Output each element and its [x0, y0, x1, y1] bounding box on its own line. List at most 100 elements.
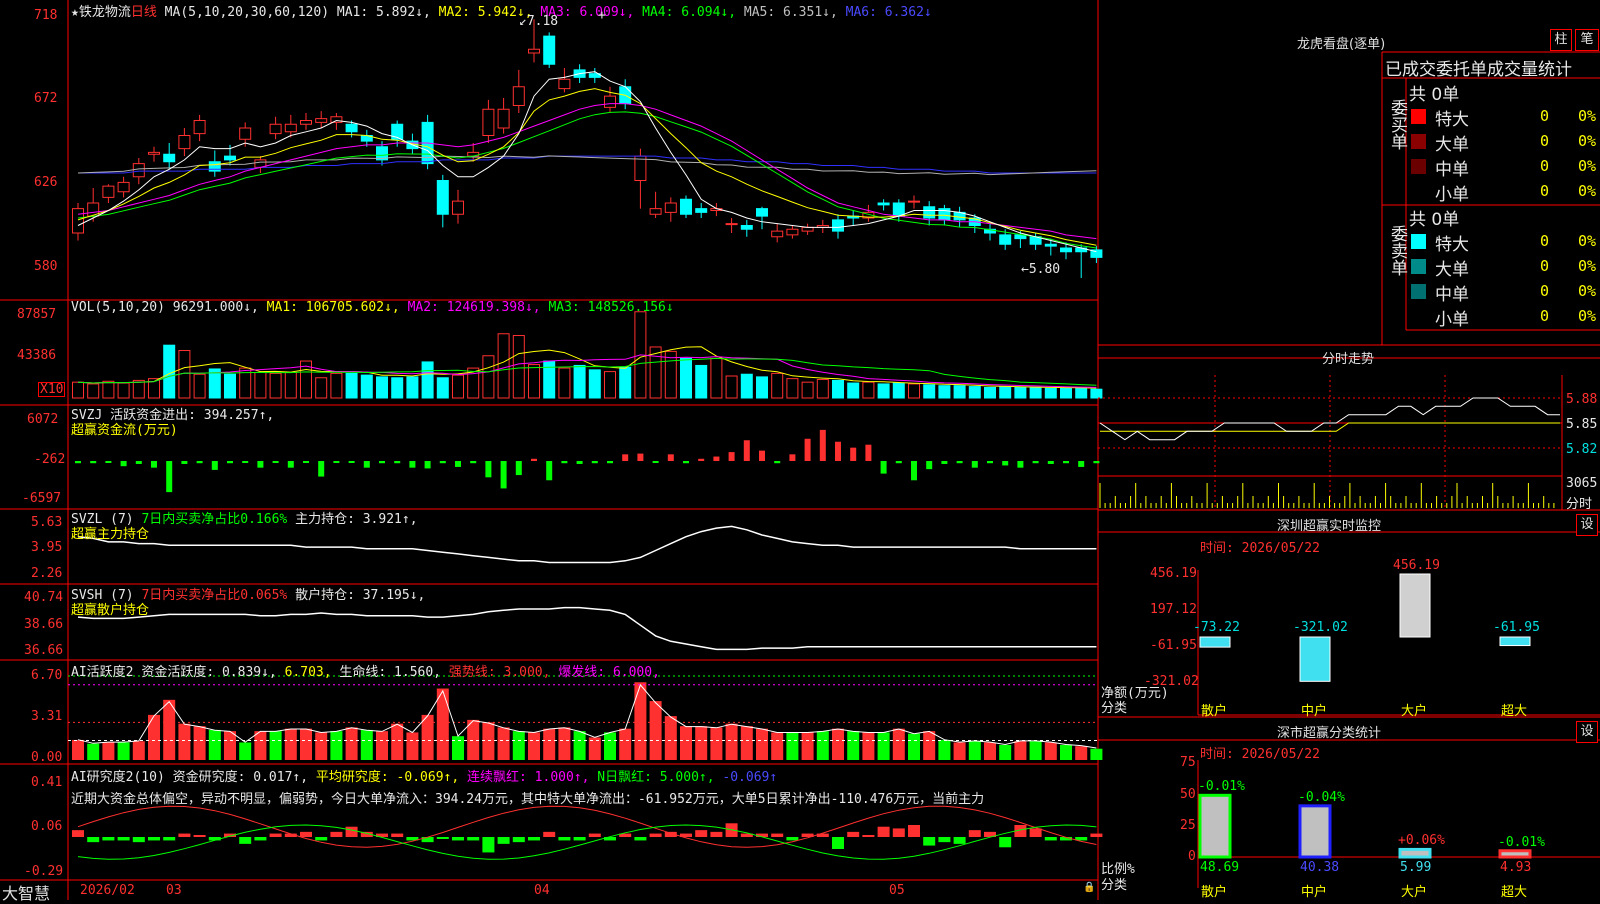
stats-settings-button[interactable]: 设: [1576, 721, 1598, 743]
ai2-tick-3: -0.29: [24, 864, 64, 879]
svzj-bar: [774, 461, 781, 464]
candle-body: [695, 208, 708, 213]
candle-body: [786, 228, 799, 236]
ai1-bar: [847, 731, 860, 760]
svzj-tick-3: -6597: [22, 491, 62, 506]
candle-body: [117, 181, 130, 193]
ai2-bar: [330, 831, 343, 837]
ai2-bar: [497, 837, 510, 844]
volume-bar: [224, 373, 236, 399]
stats-value-label: 48.69: [1200, 860, 1240, 875]
svzj-bar: [1032, 461, 1039, 464]
ai2-bar: [132, 837, 145, 843]
svzj-bar: [1078, 461, 1085, 467]
candle-body: [497, 108, 510, 129]
ai2-nday-red: N日飘红: 5.000↑,: [597, 770, 715, 785]
ai2-bar: [968, 830, 981, 837]
sell-row-pct: 0%: [1578, 257, 1597, 275]
tick-view-button[interactable]: 笔: [1575, 29, 1599, 51]
svzj-bar: [667, 454, 674, 461]
period-label[interactable]: 日线: [131, 5, 157, 20]
volume-bar: [984, 386, 996, 399]
lhkp-tab-label[interactable]: 已成交委托单成交量统计: [1385, 55, 1598, 80]
volume-bar: [102, 380, 115, 399]
stats-bar: [1198, 793, 1232, 859]
svzj-bar: [759, 450, 765, 461]
ai1-bar: [756, 728, 768, 760]
price-low-annotation: ←5.80: [1021, 262, 1061, 277]
svsh-subtitle: 超赢散户持仓: [71, 603, 150, 618]
date-label-2026-02: 2026/02: [80, 883, 135, 898]
ai1-bar: [1075, 746, 1088, 760]
svzj-bar: [455, 461, 461, 467]
ai2-bar: [391, 833, 404, 837]
monitor-category-label: 散户: [1201, 704, 1228, 719]
ai1-bar: [953, 742, 966, 760]
svzj-bar: [90, 461, 97, 464]
candle-body: [148, 151, 160, 155]
candle-body: [132, 163, 145, 178]
stats-value-label: 5.99: [1400, 860, 1432, 875]
candle-body: [832, 219, 844, 232]
svzj-bar: [272, 461, 279, 463]
volume-bar: [132, 379, 145, 399]
buy-row-pct: 0%: [1578, 157, 1597, 175]
lhkp-title: 龙虎看盘(逐单): [1297, 37, 1386, 52]
stock-name: ★铁龙物流: [71, 5, 131, 20]
column-view-button[interactable]: 柱: [1550, 29, 1572, 51]
ai2-bar: [923, 837, 936, 846]
svzj-bar: [713, 456, 720, 461]
price-tick-626: 626: [34, 175, 58, 190]
candle-body: [1060, 247, 1072, 253]
ai1-bar: [573, 731, 586, 760]
sell-row-swatch: [1411, 309, 1426, 324]
svzj-bar: [318, 461, 325, 477]
svzl-ratio: 7日内买卖净占比0.166%: [141, 512, 288, 527]
ai1-bar: [680, 726, 692, 760]
volume-bar: [330, 372, 343, 399]
stats-time: 时间: 2026/05/22: [1200, 747, 1320, 762]
svzj-bar: [379, 461, 385, 464]
svzj-bar: [835, 441, 841, 461]
sell-row-count: 0: [1540, 282, 1550, 300]
ai2-research: 资金研究度: 0.017↑,: [172, 770, 309, 785]
svzj-bar: [363, 461, 370, 468]
ai1-bar: [300, 728, 312, 760]
ai2-bar: [908, 825, 920, 837]
volume-bar: [497, 333, 510, 399]
sell-row-name: 大单: [1435, 260, 1469, 280]
monitor-bar: [1399, 573, 1431, 638]
ai1-bar: [786, 732, 799, 760]
svzj-bar: [439, 461, 446, 464]
volume-bar: [254, 371, 267, 399]
ai1-bar: [436, 688, 449, 760]
monitor-settings-button[interactable]: 设: [1576, 514, 1598, 536]
volume-bar: [816, 379, 829, 399]
svzj-bar: [485, 461, 492, 478]
svzj-bar: [622, 454, 629, 461]
vol-value: 96291.000↓,: [172, 300, 259, 315]
ai1-bar: [193, 726, 206, 760]
main-chart-area[interactable]: [0, 0, 1600, 900]
ai2-bar: [436, 837, 449, 839]
lock-icon[interactable]: 🔒: [1083, 882, 1095, 893]
fenshi-unit: 分时: [1566, 497, 1593, 512]
ai1-bar: [178, 723, 191, 760]
date-label-05: 05: [889, 883, 905, 898]
volume-bar: [573, 364, 586, 399]
ai2-bar: [269, 833, 282, 837]
ai1-bar: [512, 731, 525, 760]
svzj-bar: [850, 447, 857, 461]
volume-bar: [710, 357, 723, 399]
svzj-bar: [911, 461, 917, 481]
ai2-tick-1: 0.41: [31, 775, 63, 790]
ai2-bar: [543, 831, 556, 837]
svzj-bar: [242, 461, 249, 463]
svzj-bar: [546, 461, 553, 481]
volume-bar: [482, 355, 495, 399]
ai2-bar: [345, 826, 358, 837]
ai2-bar: [72, 830, 84, 837]
svzj-bar: [743, 440, 750, 461]
ai2-bar: [117, 837, 130, 841]
svzj-bar: [257, 461, 264, 468]
